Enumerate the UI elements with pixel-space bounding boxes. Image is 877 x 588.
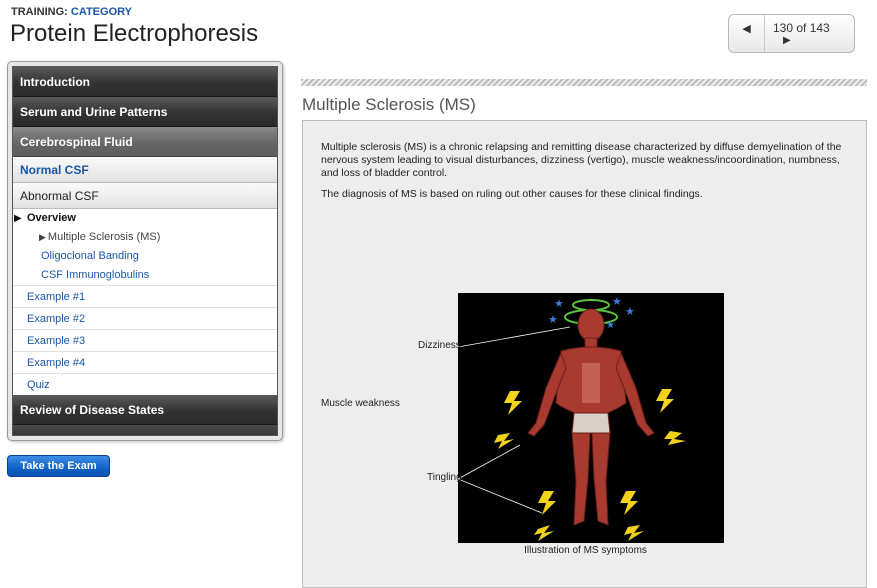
content-panel: Multiple sclerosis (MS) is a chronic rel…: [302, 120, 867, 588]
sidebar-item-introduction[interactable]: Introduction: [13, 67, 277, 97]
svg-text:★: ★: [548, 313, 558, 326]
svg-text:★: ★: [554, 297, 564, 310]
prev-page-button[interactable]: ◀: [729, 15, 765, 52]
tree-item-overview[interactable]: ▶ Overview: [13, 209, 277, 228]
sidebar-item-quiz[interactable]: Quiz: [13, 373, 277, 395]
svg-text:★: ★: [625, 305, 635, 318]
label-dizziness: Dizziness: [418, 340, 461, 351]
sidebar-item-example-3[interactable]: Example #3: [13, 329, 277, 351]
human-figure-image: ★ ★ ★ ★ ★: [457, 295, 686, 541]
sidebar-nav: Introduction Serum and Urine Patterns Ce…: [7, 61, 283, 441]
label-tingling: Tingling: [427, 472, 462, 483]
breadcrumb-category-link[interactable]: CATEGORY: [71, 6, 132, 18]
ms-symptoms-illustration: ★ ★ ★ ★ ★: [457, 293, 724, 543]
pager: ◀ 130 of 143 ▶: [728, 14, 855, 53]
tree-item-label: Multiple Sclerosis (MS): [47, 231, 161, 243]
breadcrumb-prefix: TRAINING:: [11, 6, 68, 18]
page-count: 130 of 143: [773, 21, 830, 35]
paragraph-diagnosis: The diagnosis of MS is based on ruling o…: [321, 188, 703, 200]
sidebar-tree: ▶ Overview ▶ Multiple Sclerosis (MS) Olig…: [13, 209, 277, 395]
page-title: Protein Electrophoresis: [10, 20, 259, 47]
figure-caption: Illustration of MS symptoms: [524, 545, 647, 556]
sidebar-footer: [13, 425, 277, 435]
paragraph-definition: Multiple sclerosis (MS) is a chronic rel…: [321, 141, 842, 179]
svg-text:★: ★: [612, 295, 622, 308]
tree-item-multiple-sclerosis[interactable]: ▶ Multiple Sclerosis (MS): [13, 228, 277, 247]
sidebar-item-abnormal-csf[interactable]: Abnormal CSF: [13, 183, 277, 209]
expanded-triangle-icon: ▶: [14, 213, 22, 224]
sidebar-inner: Introduction Serum and Urine Patterns Ce…: [12, 66, 278, 436]
svg-text:★: ★: [606, 320, 615, 331]
sidebar-item-example-4[interactable]: Example #4: [13, 351, 277, 373]
sidebar-item-normal-csf[interactable]: Normal CSF: [13, 157, 277, 183]
sidebar-item-example-2[interactable]: Example #2: [13, 307, 277, 329]
sidebar-item-review-disease-states[interactable]: Review of Disease States: [13, 395, 277, 425]
label-muscle-weakness: Muscle weakness: [321, 398, 400, 409]
sidebar-item-serum-urine-patterns[interactable]: Serum and Urine Patterns: [13, 97, 277, 127]
left-triangle-icon: ◀: [742, 23, 751, 35]
next-page-button[interactable]: ▶: [783, 35, 791, 46]
tree-item-csf-immunoglobulins[interactable]: CSF Immunoglobulins: [13, 266, 277, 285]
right-triangle-icon: ▶: [783, 35, 791, 46]
take-exam-button[interactable]: Take the Exam: [7, 455, 110, 477]
breadcrumb: TRAINING: CATEGORY: [11, 6, 132, 18]
sidebar-item-example-1[interactable]: Example #1: [13, 285, 277, 307]
tree-item-oligoclonal-banding[interactable]: Oligoclonal Banding: [13, 247, 277, 266]
current-pointer-icon: ▶: [39, 232, 46, 242]
section-divider: [301, 79, 867, 86]
section-title: Multiple Sclerosis (MS): [302, 95, 476, 114]
tree-item-label: Overview: [27, 212, 76, 224]
sidebar-item-cerebrospinal-fluid[interactable]: Cerebrospinal Fluid: [13, 127, 277, 157]
